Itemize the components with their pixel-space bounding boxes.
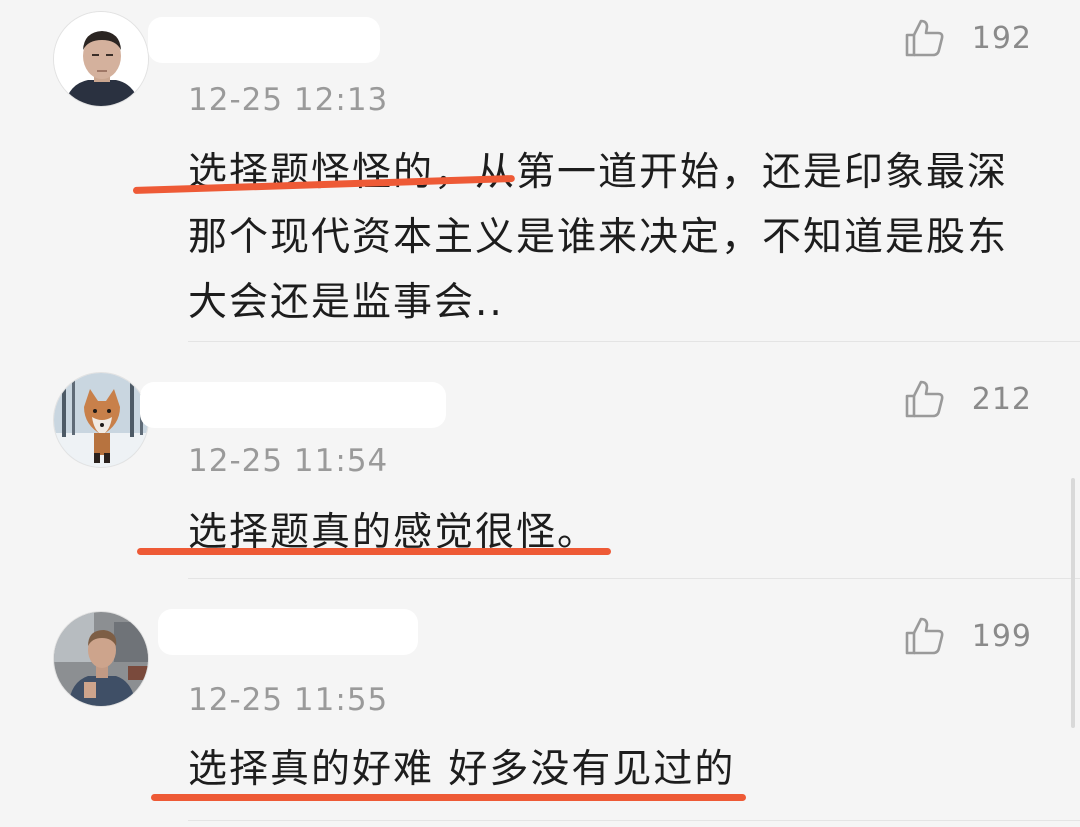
comment-item: 199 12-25 11:55 选择真的好难 好多没有见过的 (0, 579, 1080, 827)
like-button[interactable]: 192 (902, 16, 1032, 60)
username-redacted[interactable] (148, 17, 380, 63)
fox-avatar-icon[interactable] (53, 372, 149, 468)
highlight-underline (151, 794, 746, 801)
comment-item: 212 12-25 11:54 选择题真的感觉很怪。 (0, 342, 1080, 578)
comment-text: 选择真的好难 好多没有见过的 (188, 747, 736, 792)
username-redacted[interactable] (158, 609, 418, 655)
comment-item: 192 12-25 12:13 选择题怪怪的，从第一道开始，还是印象最深那个现代… (0, 0, 1080, 341)
comment-text: 选择题真的感觉很怪。 (188, 510, 599, 555)
comment-timestamp: 12-25 11:55 (188, 682, 389, 718)
user-avatar-icon[interactable] (53, 11, 149, 107)
like-button[interactable]: 212 (902, 377, 1032, 421)
comment-timestamp: 12-25 12:13 (188, 82, 389, 118)
like-count: 192 (971, 20, 1032, 56)
highlight-underline (137, 548, 611, 555)
like-count: 212 (971, 381, 1032, 417)
person-photo-avatar-icon[interactable] (53, 611, 149, 707)
thumbs-up-icon[interactable] (902, 614, 946, 658)
like-count: 199 (971, 618, 1032, 654)
like-button[interactable]: 199 (902, 614, 1032, 658)
comment-text: 选择题怪怪的，从第一道开始，还是印象最深那个现代资本主义是谁来决定，不知道是股东… (188, 150, 1009, 325)
comment-timestamp: 12-25 11:54 (188, 443, 389, 479)
thumbs-up-icon[interactable] (902, 377, 946, 421)
scrollbar[interactable] (1071, 478, 1075, 728)
divider (188, 820, 1080, 821)
thumbs-up-icon[interactable] (902, 16, 946, 60)
username-redacted[interactable] (140, 382, 446, 428)
